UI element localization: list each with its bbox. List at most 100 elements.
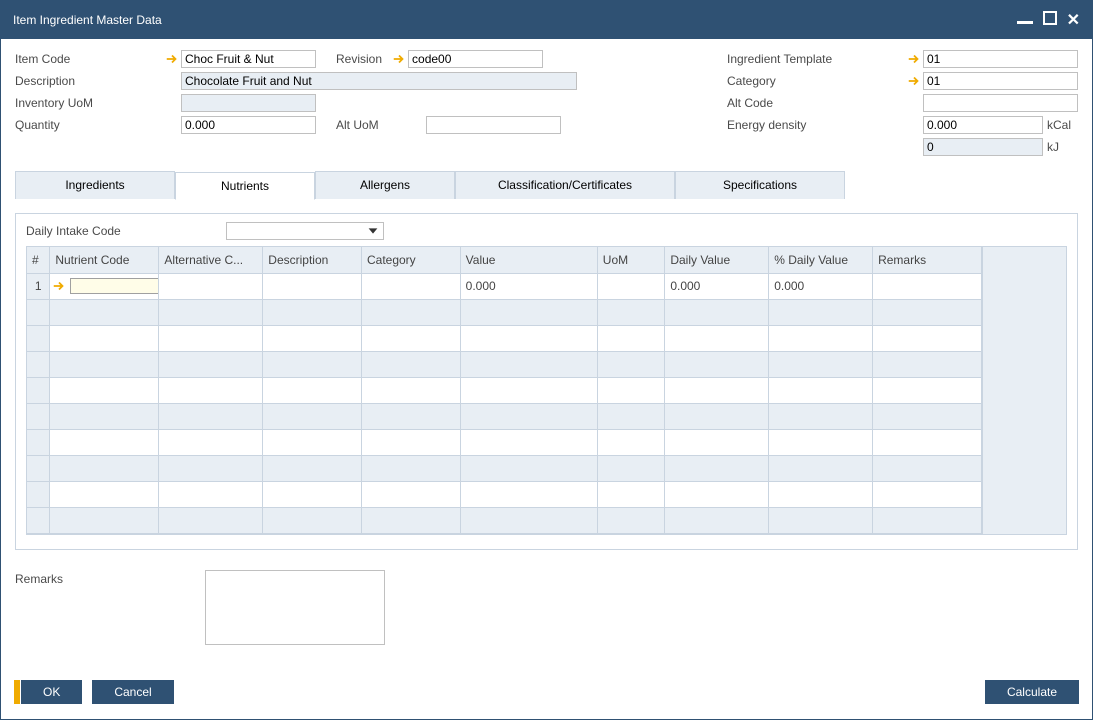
col-nutrient-code-header[interactable]: Nutrient Code xyxy=(50,247,159,273)
link-arrow-icon[interactable] xyxy=(907,74,921,88)
table-row[interactable] xyxy=(27,481,982,507)
table-cell[interactable]: 0.000 xyxy=(769,273,873,299)
table-cell[interactable] xyxy=(769,377,873,403)
table-cell[interactable] xyxy=(597,377,665,403)
category-field[interactable] xyxy=(923,72,1078,90)
table-cell[interactable] xyxy=(27,351,50,377)
table-cell[interactable] xyxy=(50,429,159,455)
table-cell[interactable] xyxy=(665,325,769,351)
table-cell[interactable] xyxy=(597,299,665,325)
table-cell[interactable] xyxy=(159,455,263,481)
table-cell[interactable] xyxy=(50,481,159,507)
cancel-button[interactable]: Cancel xyxy=(92,680,173,704)
col-description-header[interactable]: Description xyxy=(263,247,362,273)
table-cell[interactable] xyxy=(361,507,460,533)
close-icon[interactable]: ✕ xyxy=(1067,10,1080,30)
table-cell[interactable] xyxy=(361,429,460,455)
col-category-header[interactable]: Category xyxy=(361,247,460,273)
table-cell[interactable] xyxy=(263,455,362,481)
table-cell[interactable] xyxy=(665,377,769,403)
table-cell[interactable] xyxy=(665,507,769,533)
table-cell[interactable] xyxy=(597,429,665,455)
energy-kcal-field[interactable] xyxy=(923,116,1043,134)
table-cell[interactable] xyxy=(361,455,460,481)
link-arrow-icon[interactable] xyxy=(392,52,406,66)
table-cell[interactable] xyxy=(665,403,769,429)
col-num-header[interactable]: # xyxy=(27,247,50,273)
table-cell[interactable] xyxy=(665,455,769,481)
table-cell[interactable] xyxy=(873,455,982,481)
col-value-header[interactable]: Value xyxy=(460,247,597,273)
table-cell[interactable] xyxy=(460,403,597,429)
table-cell[interactable] xyxy=(50,299,159,325)
table-cell[interactable] xyxy=(873,351,982,377)
col-uom-header[interactable]: UoM xyxy=(597,247,665,273)
ok-button[interactable]: OK xyxy=(21,680,82,704)
table-cell[interactable] xyxy=(159,377,263,403)
table-cell[interactable] xyxy=(769,507,873,533)
table-row[interactable] xyxy=(27,507,982,533)
table-cell[interactable] xyxy=(665,481,769,507)
table-cell[interactable] xyxy=(769,429,873,455)
table-cell[interactable] xyxy=(769,481,873,507)
alt-uom-field[interactable] xyxy=(426,116,561,134)
link-arrow-icon[interactable] xyxy=(165,52,179,66)
table-cell[interactable] xyxy=(769,325,873,351)
table-cell[interactable] xyxy=(27,403,50,429)
table-cell[interactable] xyxy=(263,377,362,403)
table-cell[interactable] xyxy=(769,351,873,377)
table-cell[interactable]: 0.000 xyxy=(665,273,769,299)
table-cell[interactable] xyxy=(460,429,597,455)
table-cell[interactable] xyxy=(27,507,50,533)
table-cell[interactable] xyxy=(27,455,50,481)
table-cell[interactable] xyxy=(597,273,665,299)
table-cell[interactable] xyxy=(361,351,460,377)
table-row[interactable] xyxy=(27,377,982,403)
table-cell[interactable] xyxy=(263,299,362,325)
inventory-uom-field[interactable] xyxy=(181,94,316,112)
table-cell[interactable] xyxy=(460,351,597,377)
table-cell[interactable] xyxy=(873,429,982,455)
tab-nutrients[interactable]: Nutrients xyxy=(175,172,315,200)
minimize-icon[interactable] xyxy=(1017,11,1033,29)
table-cell[interactable] xyxy=(159,351,263,377)
table-cell[interactable] xyxy=(263,429,362,455)
table-cell[interactable]: ≡ xyxy=(50,273,159,299)
table-cell[interactable] xyxy=(159,507,263,533)
daily-intake-combo[interactable] xyxy=(226,222,384,240)
table-cell[interactable] xyxy=(873,299,982,325)
remarks-textarea[interactable] xyxy=(205,570,385,645)
table-cell[interactable] xyxy=(263,325,362,351)
table-row[interactable] xyxy=(27,403,982,429)
col-percent-daily-value-header[interactable]: % Daily Value xyxy=(769,247,873,273)
table-cell[interactable] xyxy=(873,377,982,403)
table-cell[interactable] xyxy=(873,403,982,429)
table-cell[interactable] xyxy=(873,481,982,507)
col-alternative-code-header[interactable]: Alternative C... xyxy=(159,247,263,273)
table-cell[interactable] xyxy=(597,403,665,429)
col-remarks-header[interactable]: Remarks xyxy=(873,247,982,273)
revision-field[interactable] xyxy=(408,50,543,68)
link-arrow-icon[interactable] xyxy=(52,279,66,293)
table-cell[interactable] xyxy=(460,377,597,403)
table-cell[interactable] xyxy=(769,403,873,429)
table-cell[interactable] xyxy=(27,299,50,325)
table-cell[interactable] xyxy=(597,481,665,507)
table-cell[interactable] xyxy=(263,403,362,429)
tab-allergens[interactable]: Allergens xyxy=(315,171,455,199)
table-cell[interactable] xyxy=(460,325,597,351)
tab-specifications[interactable]: Specifications xyxy=(675,171,845,199)
table-cell[interactable] xyxy=(361,299,460,325)
table-cell[interactable] xyxy=(361,403,460,429)
table-cell[interactable] xyxy=(873,273,982,299)
table-row[interactable] xyxy=(27,455,982,481)
table-cell[interactable] xyxy=(27,429,50,455)
table-cell[interactable] xyxy=(27,481,50,507)
table-cell[interactable] xyxy=(597,455,665,481)
calculate-button[interactable]: Calculate xyxy=(985,680,1079,704)
table-cell[interactable] xyxy=(361,377,460,403)
quantity-field[interactable] xyxy=(181,116,316,134)
table-row[interactable] xyxy=(27,429,982,455)
table-cell[interactable]: 1 xyxy=(27,273,50,299)
col-daily-value-header[interactable]: Daily Value xyxy=(665,247,769,273)
